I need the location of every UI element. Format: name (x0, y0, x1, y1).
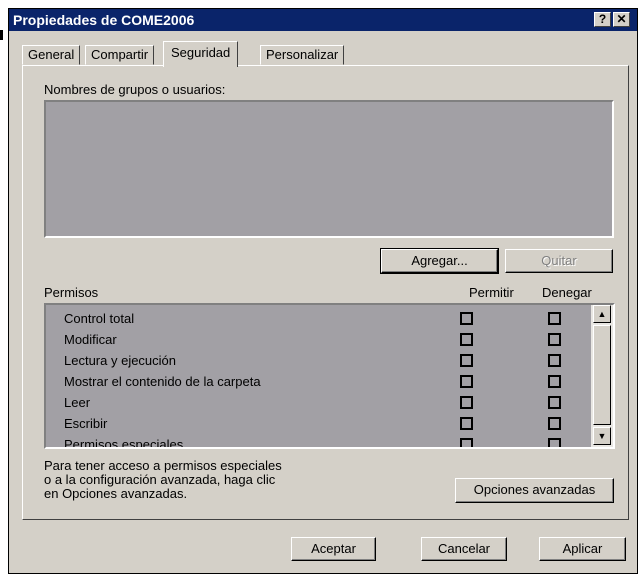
groups-label: Nombres de grupos o usuarios: (44, 82, 226, 97)
permission-row: Leer (46, 392, 591, 413)
allow-checkbox[interactable] (460, 333, 473, 346)
title-bar[interactable]: Propiedades de COME2006 ? ✕ (9, 9, 637, 31)
allow-checkbox[interactable] (460, 354, 473, 367)
permission-row: Modificar (46, 329, 591, 350)
arrow-up-icon: ▲ (597, 309, 607, 319)
permission-row: Lectura y ejecución (46, 350, 591, 371)
apply-button[interactable]: Aplicar (539, 537, 626, 561)
groups-users-list[interactable] (44, 100, 614, 238)
close-button[interactable]: ✕ (613, 12, 630, 27)
close-icon: ✕ (616, 12, 627, 26)
remove-button[interactable]: Quitar (505, 249, 613, 273)
arrow-down-icon: ▼ (597, 431, 607, 441)
permission-name: Escribir (64, 416, 108, 431)
permissions-label: Permisos (44, 285, 99, 300)
deny-checkbox[interactable] (548, 375, 561, 388)
permission-row: Permisos especiales (46, 434, 591, 449)
permission-row: Control total (46, 308, 591, 329)
allow-column-header: Permitir (469, 285, 514, 300)
allow-checkbox[interactable] (460, 396, 473, 409)
scroll-thumb[interactable] (593, 325, 611, 425)
advanced-options-button[interactable]: Opciones avanzadas (455, 478, 614, 503)
help-button[interactable]: ? (594, 12, 611, 27)
tab-compartir[interactable]: Compartir (85, 45, 155, 65)
properties-dialog: Propiedades de COME2006 ? ✕ General Comp… (8, 8, 638, 574)
permission-name: Lectura y ejecución (64, 353, 177, 368)
permission-name: Leer (64, 395, 91, 410)
scroll-down-button[interactable]: ▼ (593, 427, 611, 445)
allow-checkbox[interactable] (460, 375, 473, 388)
permission-name: Control total (64, 311, 135, 326)
advanced-info-text: Para tener acceso a permisos especiales … (44, 458, 282, 501)
permission-name: Permisos especiales (64, 437, 184, 449)
permission-name: Modificar (64, 332, 117, 347)
tab-seguridad[interactable]: Seguridad (163, 41, 239, 67)
tab-general[interactable]: General (22, 45, 81, 65)
permissions-list: Control total Modificar Lectura y ejecuc… (44, 303, 615, 449)
permissions-scrollbar[interactable]: ▲ ▼ (591, 305, 613, 447)
window-title: Propiedades de COME2006 (13, 12, 195, 28)
allow-checkbox[interactable] (460, 312, 473, 325)
help-icon: ? (598, 12, 607, 26)
deny-checkbox[interactable] (548, 354, 561, 367)
ok-button[interactable]: Aceptar (291, 537, 376, 561)
deny-checkbox[interactable] (548, 438, 561, 447)
security-panel: Nombres de grupos o usuarios: Agregar...… (22, 65, 629, 520)
allow-checkbox[interactable] (460, 417, 473, 430)
deny-checkbox[interactable] (548, 417, 561, 430)
tab-personalizar[interactable]: Personalizar (260, 45, 345, 65)
background-edge (0, 30, 3, 40)
cancel-button[interactable]: Cancelar (421, 537, 507, 561)
deny-checkbox[interactable] (548, 312, 561, 325)
deny-checkbox[interactable] (548, 333, 561, 346)
permission-row: Mostrar el contenido de la carpeta (46, 371, 591, 392)
add-button[interactable]: Agregar... (380, 248, 499, 274)
deny-column-header: Denegar (542, 285, 592, 300)
deny-checkbox[interactable] (548, 396, 561, 409)
allow-checkbox[interactable] (460, 438, 473, 447)
permission-row: Escribir (46, 413, 591, 434)
permission-name: Mostrar el contenido de la carpeta (64, 374, 261, 389)
scroll-up-button[interactable]: ▲ (593, 305, 611, 323)
